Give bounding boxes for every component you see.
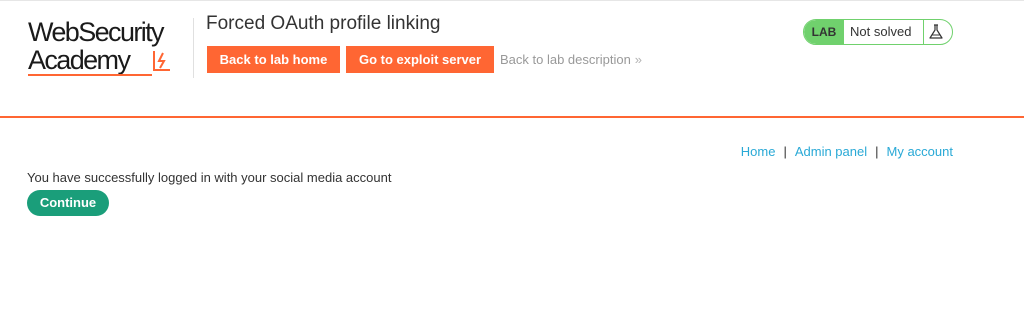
lab-title: Forced OAuth profile linking bbox=[206, 13, 441, 34]
lab-badge: LAB bbox=[804, 20, 844, 44]
logo-text-line1: WebSecurity bbox=[28, 17, 165, 47]
nav-separator: | bbox=[783, 144, 787, 159]
back-to-lab-home-button[interactable]: Back to lab home bbox=[207, 46, 340, 73]
login-success-message: You have successfully logged in with you… bbox=[27, 170, 392, 185]
web-security-academy-logo[interactable]: WebSecurity Academy bbox=[28, 17, 193, 79]
continue-button[interactable]: Continue bbox=[27, 190, 109, 216]
back-to-lab-description-link[interactable]: Back to lab description» bbox=[500, 52, 642, 68]
lab-status-widget: LAB Not solved bbox=[803, 19, 953, 45]
lab-status-divider bbox=[923, 20, 924, 44]
flask-icon bbox=[929, 24, 943, 39]
top-border bbox=[0, 0, 1024, 1]
double-chevron-right-icon: » bbox=[634, 52, 643, 67]
lightning-bolt-icon bbox=[153, 51, 170, 71]
nav-separator: | bbox=[875, 144, 879, 159]
top-nav: Home | Admin panel | My account bbox=[741, 144, 953, 160]
logo-text-line2: Academy bbox=[28, 45, 131, 75]
logo-underline bbox=[28, 74, 152, 76]
lab-status-text: Not solved bbox=[850, 24, 912, 39]
header-orange-rule bbox=[0, 116, 1024, 118]
nav-home-link[interactable]: Home bbox=[741, 144, 776, 159]
header-divider bbox=[193, 18, 194, 78]
go-to-exploit-server-button[interactable]: Go to exploit server bbox=[346, 46, 494, 73]
back-to-lab-description-label: Back to lab description bbox=[500, 52, 631, 67]
nav-admin-panel-link[interactable]: Admin panel bbox=[795, 144, 867, 159]
nav-my-account-link[interactable]: My account bbox=[887, 144, 953, 159]
